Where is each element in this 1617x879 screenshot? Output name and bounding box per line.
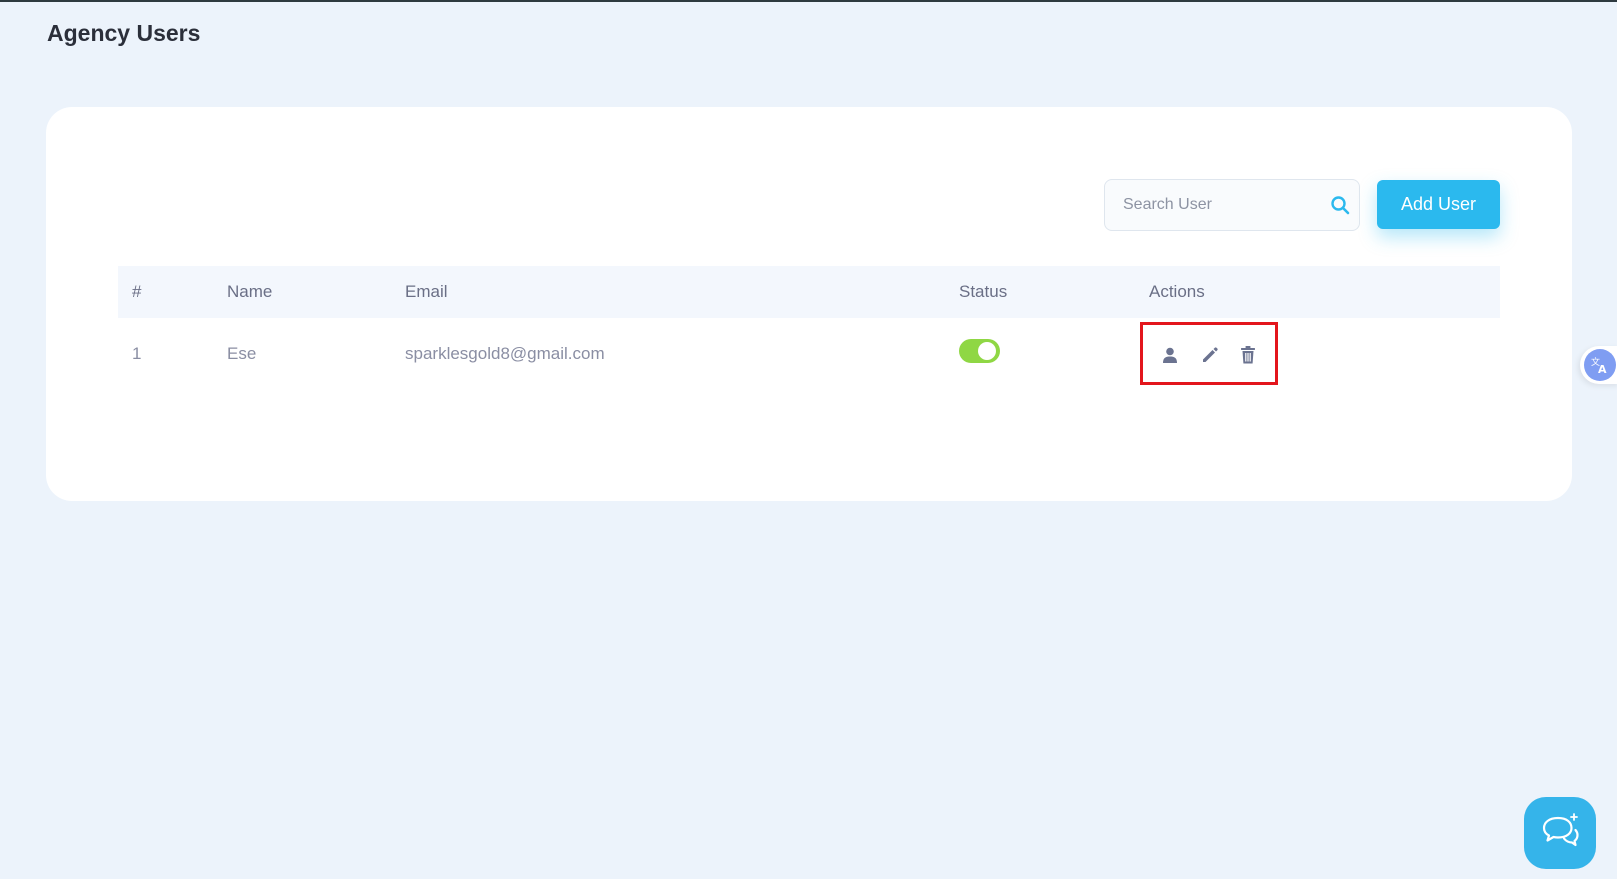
search-icon[interactable] <box>1330 194 1350 216</box>
search-input[interactable] <box>1123 196 1330 214</box>
actions-highlight-box <box>1140 322 1278 385</box>
trash-icon[interactable] <box>1237 344 1259 366</box>
column-header-actions: Actions <box>1149 282 1205 301</box>
top-border <box>0 0 1617 2</box>
status-toggle[interactable] <box>959 339 1000 363</box>
page-title: Agency Users <box>47 20 201 46</box>
column-header-index: # <box>132 282 142 301</box>
table-row: 1 Ese sparklesgold8@gmail.com <box>118 318 1500 388</box>
translate-widget[interactable]: 文 A <box>1580 346 1617 384</box>
translate-icon[interactable]: 文 A <box>1584 349 1616 381</box>
row-index: 1 <box>132 344 142 363</box>
column-header-status: Status <box>959 282 1008 301</box>
table-header: # Name Email Status Actions <box>118 266 1500 318</box>
column-header-email: Email <box>405 282 448 301</box>
search-box[interactable] <box>1104 179 1360 231</box>
column-header-name: Name <box>227 282 273 301</box>
user-icon[interactable] <box>1159 344 1181 366</box>
add-user-button[interactable]: Add User <box>1377 180 1500 229</box>
row-email: sparklesgold8@gmail.com <box>405 344 605 363</box>
chat-icon <box>1540 812 1580 855</box>
svg-text:A: A <box>1598 363 1607 375</box>
row-name: Ese <box>227 344 257 363</box>
users-table: # Name Email Status Actions 1 Ese sparkl… <box>118 266 1500 388</box>
pencil-icon[interactable] <box>1199 344 1221 366</box>
chat-button[interactable] <box>1524 797 1596 869</box>
